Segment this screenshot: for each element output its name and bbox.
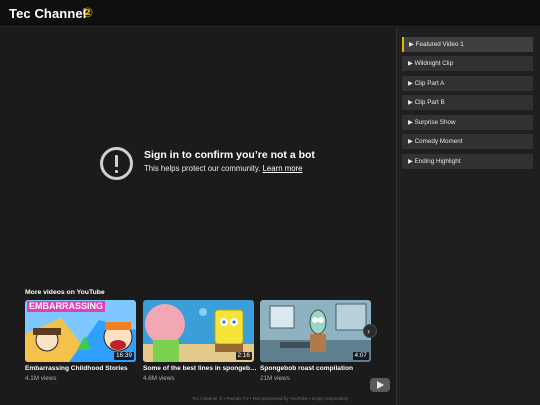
learn-more-link[interactable]: Learn more xyxy=(263,164,303,173)
video-thumbnail[interactable]: EMBARRASSING 16:39 xyxy=(25,300,136,362)
thumbnail-caption: EMBARRASSING xyxy=(27,301,106,312)
sidebar-item-surprise-show[interactable]: ▶ Surprise Show xyxy=(402,115,533,130)
video-card[interactable]: 2:16 Some of the best lines in spongeb… … xyxy=(143,300,257,382)
video-views: 4.6M views xyxy=(143,375,175,382)
video-title[interactable]: Some of the best lines in spongeb… xyxy=(143,365,263,372)
video-thumbnail[interactable]: 4:07 xyxy=(260,300,371,362)
error-subtitle-text: This helps protect our community. xyxy=(144,164,261,173)
duration-badge: 2:16 xyxy=(235,352,252,360)
error-title: Sign in to confirm you’re not a bot xyxy=(144,149,315,161)
video-title[interactable]: Embarrassing Childhood Stories xyxy=(25,365,145,372)
sidebar-item-featured-video[interactable]: ▶ Featured Video 1 xyxy=(402,37,533,52)
more-videos-label: More videos on YouTube xyxy=(25,289,105,296)
sidebar-item-clip-part-b[interactable]: ▶ Clip Part B xyxy=(402,95,533,110)
video-card[interactable]: EMBARRASSING 16:39 Embarrassing Childhoo… xyxy=(25,300,136,382)
channel-title: Tec Channel xyxy=(9,6,87,21)
video-thumbnail[interactable]: 2:16 xyxy=(143,300,254,362)
sidebar-item-comedy-moment[interactable]: ▶ Comedy Moment xyxy=(402,134,533,149)
video-card[interactable]: 4:07 Spongebob roast compilation 21M vie… xyxy=(260,300,371,382)
video-views: 21M views xyxy=(260,375,290,382)
channel-badge: ② xyxy=(82,5,94,20)
duration-badge: 16:39 xyxy=(114,352,134,360)
next-videos-button[interactable]: › xyxy=(363,324,377,338)
video-title[interactable]: Spongebob roast compilation xyxy=(260,365,380,372)
footer-text: Tec Channel ② • Parody TV • Not sponsore… xyxy=(191,396,349,401)
youtube-play-icon[interactable] xyxy=(370,378,390,392)
sidebar-item-clip-part-a[interactable]: ▶ Clip Part A xyxy=(402,76,533,91)
header: Tec Channel ② xyxy=(0,0,540,27)
video-views: 4.1M views xyxy=(25,375,57,382)
chevron-right-icon: › xyxy=(367,326,370,336)
duration-badge: 4:07 xyxy=(352,352,369,360)
sidebar-item-ending-highlight[interactable]: ▶ Ending Highlight xyxy=(402,154,533,169)
error-subtitle: This helps protect our community. Learn … xyxy=(144,164,302,173)
sidebar-item-wildnight-clip[interactable]: ▶ Wildnight Clip xyxy=(402,56,533,71)
exclamation-circle-icon xyxy=(100,147,133,180)
